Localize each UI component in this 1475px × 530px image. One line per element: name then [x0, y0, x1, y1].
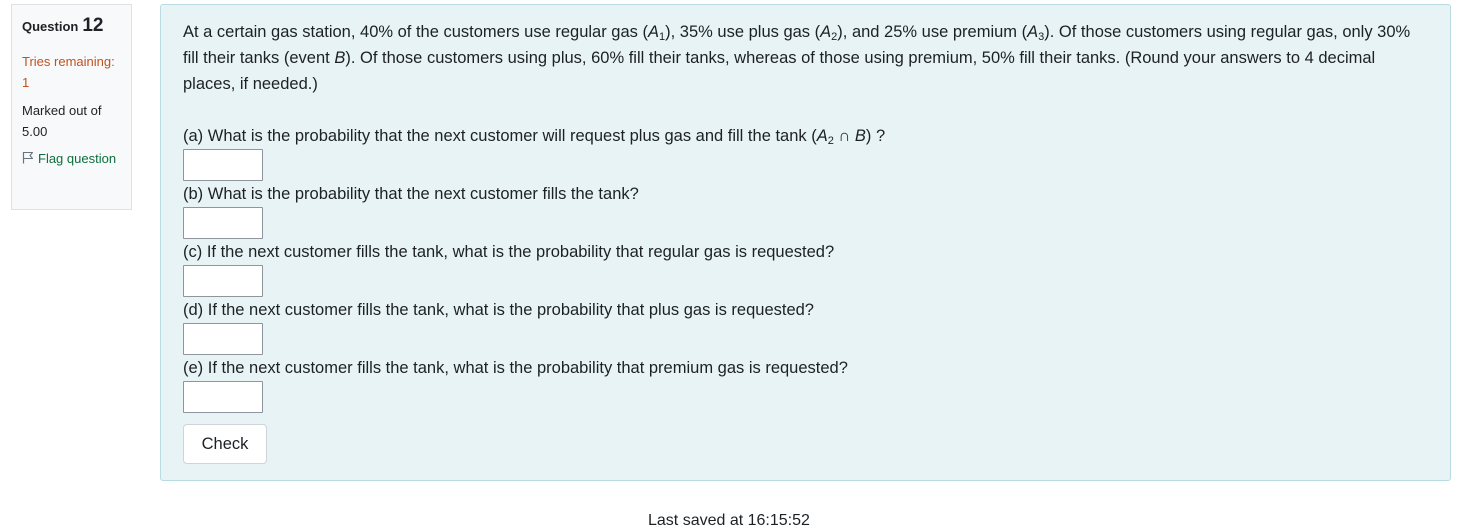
answer-a-input[interactable]: [183, 149, 263, 181]
part-b-text: (b) What is the probability that the nex…: [183, 185, 639, 203]
question-text: At a certain gas station, 40% of the cus…: [183, 23, 1411, 93]
answer-e-input[interactable]: [183, 381, 263, 413]
question-formulation: At a certain gas station, 40% of the cus…: [160, 4, 1451, 481]
tries-label: Tries remaining:: [22, 54, 115, 69]
check-button[interactable]: Check: [183, 424, 267, 464]
flag-icon: [22, 149, 34, 164]
tries-value: 1: [22, 75, 30, 90]
tries-remaining: Tries remaining: 1: [22, 51, 131, 93]
part-d-text: (d) If the next customer fills the tank,…: [183, 301, 814, 319]
flag-label: Flag question: [38, 151, 117, 166]
answer-c-input[interactable]: [183, 265, 263, 297]
question-info-panel: Question 12 Tries remaining: 1 Marked ou…: [11, 4, 132, 210]
question-number: Question 12: [22, 15, 131, 37]
question-label: Question: [22, 19, 79, 34]
part-c-text: (c) If the next customer fills the tank,…: [183, 243, 835, 261]
question-number-value: 12: [82, 15, 104, 36]
marked-value: 5.00: [22, 124, 48, 139]
marked-out-of: Marked out of 5.00: [22, 100, 131, 142]
part-e-text: (e) If the next customer fills the tank,…: [183, 359, 848, 377]
answer-b-input[interactable]: [183, 207, 263, 239]
flag-question-link[interactable]: Flag question: [22, 148, 131, 169]
answer-d-input[interactable]: [183, 323, 263, 355]
marked-label: Marked out of: [22, 103, 102, 118]
part-a-text: (a) What is the probability that the nex…: [183, 127, 886, 147]
last-saved-status: Last saved at 16:15:52: [648, 512, 810, 529]
